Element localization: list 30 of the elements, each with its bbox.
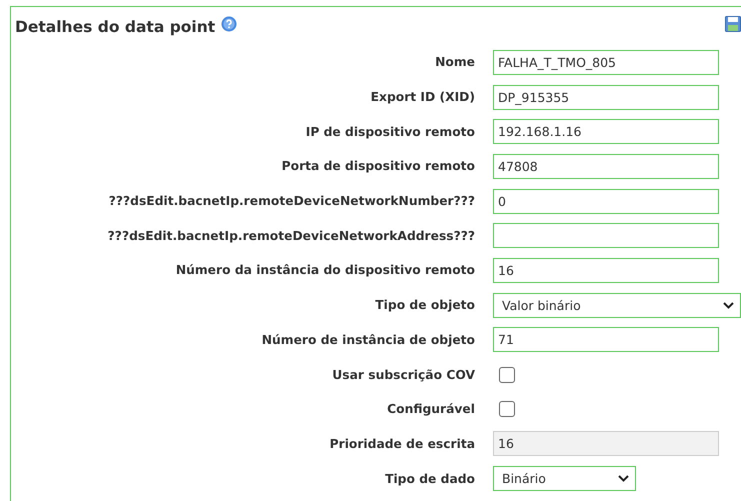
field-label: Prioridade de escrita	[328, 436, 475, 451]
chevron-icon	[618, 475, 629, 482]
text-field[interactable]	[493, 223, 719, 248]
field-label: Porta de dispositivo remoto	[280, 159, 475, 174]
field-label: ???dsEdit.bacnetIp.remoteDeviceNetworkNumber???	[108, 194, 475, 208]
field-label: Export ID (XID)	[370, 90, 475, 104]
field-label: Tipo de objeto	[374, 298, 475, 312]
field-label: Configurável	[386, 402, 475, 416]
dropdown[interactable]: Binário	[493, 466, 636, 492]
field-label: Nome	[434, 55, 475, 70]
text-field[interactable]: 71	[493, 327, 719, 352]
field-label: Usar subscrição COV	[331, 368, 475, 382]
text-field[interactable]: 0	[493, 188, 719, 214]
field-label: Número da instância do dispositivo remoto	[174, 263, 475, 278]
text-field[interactable]: FALHA_T_TMO_805	[493, 50, 719, 75]
field-label: ???dsEdit.bacnetIp.remoteDeviceNetworkAddress???	[106, 228, 475, 243]
dropdown[interactable]: Valor binário	[493, 292, 741, 318]
save-icon[interactable]	[725, 16, 741, 32]
text-field[interactable]: 47808	[493, 154, 719, 179]
help-icon[interactable]	[221, 16, 238, 32]
checkbox[interactable]	[499, 366, 515, 383]
panel-title: Detalhes do data point	[15, 18, 216, 36]
checkbox[interactable]	[499, 401, 515, 418]
text-field[interactable]: 16	[493, 258, 719, 283]
text-field[interactable]: 192.168.1.16	[493, 119, 719, 144]
chevron-icon	[723, 302, 734, 309]
text-field[interactable]: DP_915355	[493, 84, 719, 110]
field-label: Número de instância de objeto	[260, 332, 475, 347]
field-label: IP de dispositivo remoto	[304, 124, 475, 139]
field-label: Tipo de dado	[384, 472, 475, 486]
